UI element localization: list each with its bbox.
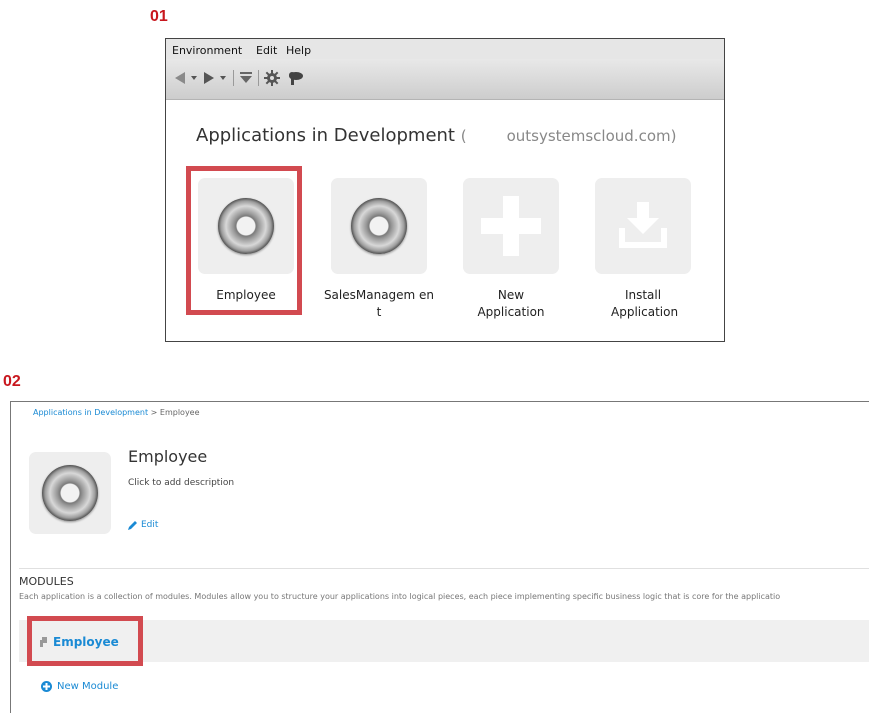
highlight-employee-tile <box>186 166 302 315</box>
menu-bar: Environment Edit Help <box>166 39 724 59</box>
module-row[interactable] <box>19 620 869 662</box>
menu-help[interactable]: Help <box>286 44 311 57</box>
application-detail-panel: Applications in Development > Employee E… <box>10 401 869 713</box>
applications-heading: Applications in Development (outsystemsc… <box>196 125 677 146</box>
new-application-label[interactable]: New Application <box>455 287 567 321</box>
app-tile-salesmanagement[interactable] <box>331 178 427 274</box>
breadcrumb-current: Employee <box>159 408 200 417</box>
pencil-icon <box>128 521 137 530</box>
breadcrumb: Applications in Development > Employee <box>33 408 200 417</box>
app-disc-icon <box>351 198 407 254</box>
app-title: Employee <box>128 447 208 466</box>
menu-edit[interactable]: Edit <box>256 44 277 57</box>
edit-link[interactable]: Edit <box>128 520 158 530</box>
dropdown-icon[interactable] <box>189 68 198 88</box>
service-studio-window: Environment Edit Help Applications in De… <box>165 38 725 342</box>
toolbar <box>166 59 724 100</box>
app-label-salesmanagement[interactable]: SalesManagem ent <box>323 287 435 321</box>
new-application-tile[interactable] <box>463 178 559 274</box>
app-icon-tile[interactable] <box>29 452 111 534</box>
modules-title: MODULES <box>19 575 74 588</box>
install-application-tile[interactable] <box>595 178 691 274</box>
cloud-publish-icon[interactable] <box>286 68 306 88</box>
modules-description: Each application is a collection of modu… <box>19 592 781 601</box>
back-arrow-icon[interactable] <box>172 68 188 88</box>
step-label-02: 02 <box>3 373 21 390</box>
settings-gear-icon[interactable] <box>263 68 281 88</box>
new-module-link[interactable]: New Module <box>41 681 118 692</box>
dropdown-icon[interactable] <box>218 68 227 88</box>
toolbar-separator <box>233 70 234 86</box>
install-application-label[interactable]: Install Application <box>587 287 699 321</box>
toolbar-separator <box>258 70 259 86</box>
highlight-employee-module <box>27 616 143 666</box>
download-icon[interactable] <box>238 68 254 88</box>
step-label-01: 01 <box>150 8 168 25</box>
section-divider <box>19 568 869 569</box>
add-circle-icon <box>41 681 52 692</box>
app-disc-icon <box>42 465 98 521</box>
breadcrumb-link[interactable]: Applications in Development <box>33 408 148 417</box>
install-download-icon <box>619 202 667 248</box>
menu-environment[interactable]: Environment <box>172 44 242 57</box>
app-description[interactable]: Click to add description <box>128 478 234 488</box>
forward-arrow-icon[interactable] <box>201 68 217 88</box>
